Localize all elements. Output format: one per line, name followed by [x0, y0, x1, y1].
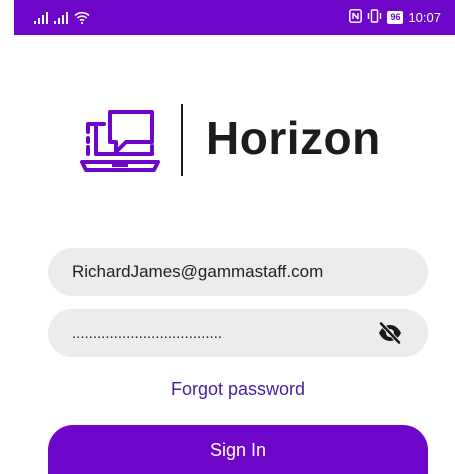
status-bar: 96 10:07	[14, 0, 455, 35]
forgot-password-link[interactable]: Forgot password	[0, 379, 455, 400]
signal-bars-icon	[34, 12, 48, 24]
wifi-icon	[74, 11, 90, 24]
status-left-group	[34, 10, 90, 24]
nfc-icon	[349, 8, 363, 26]
signal-bars-icon	[54, 12, 68, 24]
email-field-container	[48, 248, 428, 296]
chat-laptop-logo-icon	[80, 104, 160, 176]
brand-name: Horizon	[206, 112, 381, 164]
login-screen: 96 10:07 Horizon RichardJames@gammastaff…	[0, 0, 455, 474]
status-right-group: 96 10:07	[349, 8, 441, 26]
password-input[interactable]	[72, 309, 382, 357]
brand-header: Horizon	[80, 100, 410, 180]
status-time: 10:07	[408, 9, 441, 25]
vibrate-icon	[367, 8, 382, 26]
password-field-container	[48, 309, 428, 357]
eye-off-icon[interactable]	[378, 321, 402, 345]
sign-in-button[interactable]: Sign In	[48, 425, 428, 474]
battery-indicator: 96	[387, 10, 404, 24]
brand-divider	[181, 104, 183, 176]
email-input[interactable]	[72, 248, 382, 296]
